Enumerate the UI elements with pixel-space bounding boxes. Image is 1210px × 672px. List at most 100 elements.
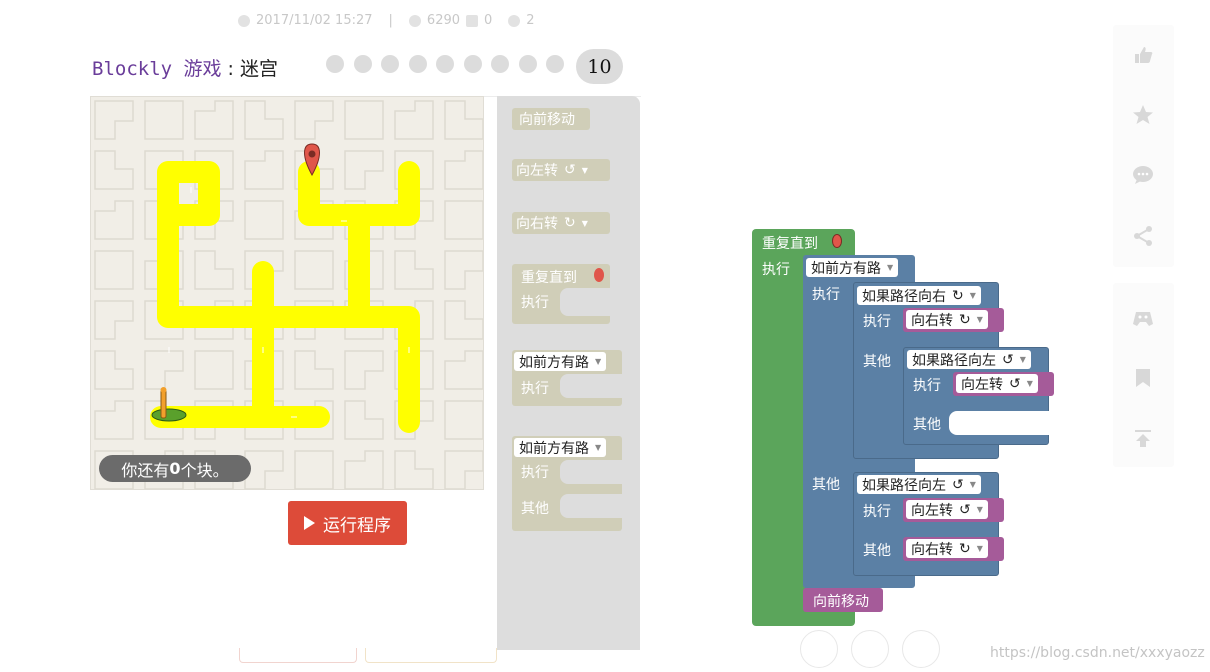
maze-wall-tile [394,100,434,140]
path-direction-dropdown[interactable]: 如前方有路 ▼ [514,352,607,371]
toolbox-if-path[interactable]: 如前方有路 ▼ 执行 [512,350,622,406]
current-level-badge[interactable]: 10 [576,49,623,84]
path-direction-dropdown[interactable]: 如果路径向右 ↻ ▼ [857,286,981,305]
view-count: 6290 [426,13,461,28]
turn-right-block[interactable]: 向右转 ↻ ▼ [903,537,1004,561]
chevron-down-icon: ▼ [581,218,588,228]
chevron-down-icon: ▼ [969,291,976,300]
turn-dropdown[interactable]: 向右转 ↻ ▼ [906,539,988,558]
turn-left-icon: ↺ [1009,375,1021,392]
chevron-down-icon: ▼ [1019,355,1026,364]
dropdown-value: 如果路径向右 [862,288,946,305]
move-forward-block[interactable]: 向前移动 [803,588,883,612]
level-dot[interactable] [546,55,564,73]
comment-count: 0 [484,13,493,28]
maze-wall-tile [94,100,134,140]
chevron-down-icon: ▼ [595,443,602,452]
block-label: 重复直到 [762,236,818,252]
comment-count-icon [466,14,479,27]
chevron-down-icon: ▼ [1026,379,1033,388]
dropdown-value: 向左转 [961,376,1003,393]
maze-wall-tile [344,100,384,140]
maze-wall-tile [244,150,284,190]
action-card [1113,25,1174,267]
title-separator: : [221,58,240,80]
clock-icon [238,14,250,27]
dropdown-value: 如前方有路 [519,440,589,457]
block-workspace[interactable]: 重复直到 执行 如前方有路 ▼ 执行 其他 如果路径向右 ↻ ▼ 执行 其他 向… [641,96,1087,650]
turn-left-block[interactable]: 向左转 ↺ ▼ [953,372,1054,396]
empty-statement-slot[interactable] [949,411,1049,435]
game-icon[interactable] [1132,307,1154,329]
level-dot[interactable] [518,55,537,73]
maze-wall-tile [444,200,483,240]
run-program-button[interactable]: 运行程序 [288,501,407,545]
toolbox-turn-left[interactable]: 向左转 ↺ ▼ [512,159,610,181]
block-label: 其他 [863,543,891,559]
action-card [1113,283,1174,467]
block-label: 执行 [913,378,941,394]
back-to-top-icon[interactable] [1132,427,1154,449]
remaining-prefix: 你还有 [121,460,170,480]
chevron-down-icon: ▼ [887,263,894,272]
maze-wall-tile [144,100,184,140]
turn-dropdown[interactable]: 向左转 ↺ ▼ [956,374,1038,393]
toolbox-turn-right[interactable]: 向右转 ↻ ▼ [512,212,610,234]
faint-circle-button [902,630,940,668]
maze-wall-tile [294,250,334,290]
turn-right-block[interactable]: 向右转 ↻ ▼ [903,308,1004,332]
turn-right-icon: ↻ [564,215,576,231]
block-label: 执行 [812,287,840,303]
toolbox-repeat-until[interactable]: 重复直到 执行 [512,264,610,324]
turn-dropdown[interactable]: 向右转 ↻ ▼ [516,214,588,233]
star-icon[interactable] [1132,104,1154,126]
maze-wall-tile [194,250,234,290]
play-icon [304,516,315,530]
turn-dropdown[interactable]: 向左转 ↺ ▼ [906,500,988,519]
maze-wall-tile [94,200,134,240]
level-dot[interactable] [326,55,344,73]
level-dot[interactable] [491,55,509,73]
turn-left-icon: ↺ [959,501,971,518]
path-direction-dropdown[interactable]: 如果路径向左 ↺ ▼ [857,475,981,494]
level-dot[interactable] [463,55,482,73]
maze-wall-tile [344,400,384,440]
level-dot[interactable] [408,55,427,73]
comment-icon[interactable] [1132,164,1154,186]
dropdown-value: 向右转 [911,541,953,558]
article-meta: 2017/11/02 15:27 | 6290 0 2 [238,13,535,28]
path-direction-dropdown[interactable]: 如前方有路 ▼ [806,258,899,277]
chevron-down-icon: ▼ [976,315,983,324]
like-count: 2 [526,13,535,28]
maze-wall-tile [94,250,134,290]
turn-dropdown[interactable]: 向左转 ↺ ▼ [516,161,588,180]
level-dot[interactable] [436,55,454,73]
path-direction-dropdown[interactable]: 如果路径向左 ↺ ▼ [907,350,1031,369]
block-label: 向前移动 [813,594,869,610]
block-label: 其他 [863,354,891,370]
post-date: 2017/11/02 15:27 [256,13,373,28]
bookmark-icon[interactable] [1132,367,1154,389]
maze-wall-tile [444,100,483,140]
floating-action-bar [1113,25,1174,467]
faint-circle-button [800,630,838,668]
path-direction-dropdown[interactable]: 如前方有路 ▼ [514,438,607,457]
level-dot[interactable] [353,55,372,73]
block-label: 执行 [521,465,549,481]
maze-path [150,161,420,433]
share-icon[interactable] [1132,225,1154,247]
maze-wall-tile [394,250,434,290]
toolbox-if-else[interactable]: 如前方有路 ▼ 执行 其他 [512,436,622,531]
block-label: 执行 [863,504,891,520]
statement-slot [560,288,610,316]
chevron-down-icon: ▼ [581,165,588,175]
if-left-else-block[interactable]: 如果路径向左 ↺ ▼ 执行 其他 [903,347,1049,445]
turn-dropdown[interactable]: 向右转 ↻ ▼ [906,310,988,329]
toolbox-move-forward[interactable]: 向前移动 [512,108,590,130]
dropdown-value: 向右转 [911,312,953,329]
maze-wall-tile [94,300,134,340]
run-button-label: 运行程序 [323,515,391,536]
thumbs-up-icon[interactable] [1132,44,1154,66]
turn-left-block[interactable]: 向左转 ↺ ▼ [903,498,1004,522]
level-dot[interactable] [381,55,399,73]
